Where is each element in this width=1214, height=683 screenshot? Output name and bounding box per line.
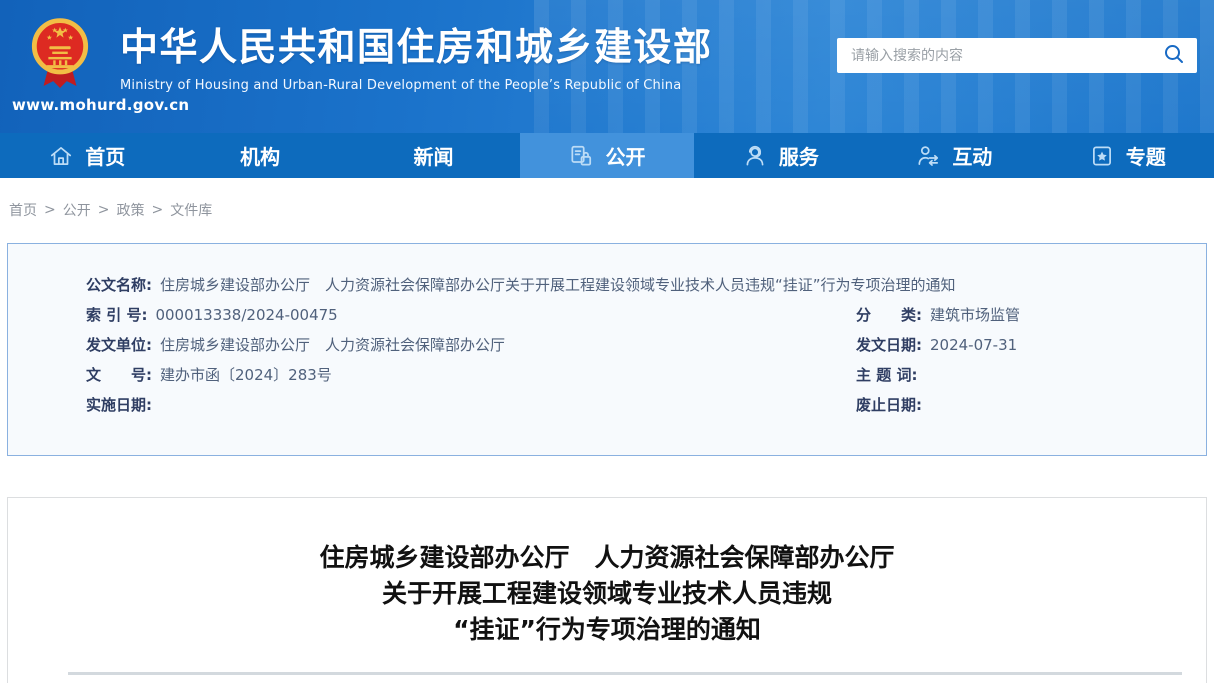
site-title-block: 中华人民共和国住房和城乡建设部 Ministry of Housing and … — [120, 26, 713, 93]
search-input[interactable] — [837, 38, 1159, 73]
meta-row-doc-name: 公文名称: 住房城乡建设部办公厅 人力资源社会保障部办公厅关于开展工程建设领域专… — [8, 270, 1206, 300]
meta-value-doc-number: 建办市函〔2024〕283号 — [160, 360, 332, 390]
search-icon — [1163, 43, 1185, 68]
breadcrumb-library[interactable]: 文件库 — [170, 200, 212, 220]
site-subtitle: Ministry of Housing and Urban-Rural Deve… — [120, 78, 713, 93]
meta-row: 实施日期: 废止日期: — [8, 390, 1206, 420]
meta-label-repeal-date: 废止日期: — [856, 390, 922, 420]
document-title: 住房城乡建设部办公厅 人力资源社会保障部办公厅 关于开展工程建设领域专业技术人员… — [8, 540, 1206, 648]
nav-item-open[interactable]: 公开 — [520, 133, 693, 178]
title-divider — [68, 672, 1182, 675]
site-header: 中华人民共和国住房和城乡建设部 Ministry of Housing and … — [0, 0, 1214, 133]
docs-lock-icon — [568, 143, 594, 169]
nav-label: 首页 — [85, 141, 125, 170]
breadcrumb-policy[interactable]: 政策 — [116, 200, 144, 220]
nav-label: 新闻 — [414, 141, 454, 170]
search-box — [837, 38, 1197, 73]
meta-value-issue-date: 2024-07-31 — [930, 330, 1017, 360]
meta-value-issuer: 住房城乡建设部办公厅 人力资源社会保障部办公厅 — [160, 330, 505, 360]
meta-label-doc-name: 公文名称: — [86, 270, 152, 300]
china-national-emblem-icon — [29, 17, 91, 97]
breadcrumb-separator: > — [151, 202, 163, 218]
star-page-icon — [1089, 143, 1115, 169]
breadcrumb: 首页 > 公开 > 政策 > 文件库 — [0, 178, 1214, 220]
document-title-line-3: “挂证”行为专项治理的通知 — [453, 615, 761, 644]
meta-label-issuer: 发文单位: — [86, 330, 152, 360]
nav-item-topics[interactable]: 专题 — [1041, 133, 1214, 178]
nav-label: 公开 — [605, 141, 645, 170]
breadcrumb-separator: > — [98, 202, 110, 218]
breadcrumb-open[interactable]: 公开 — [63, 200, 91, 220]
site-url: www.mohurd.gov.cn — [12, 96, 189, 114]
nav-label: 机构 — [240, 141, 280, 170]
nav-item-org[interactable]: 机构 — [173, 133, 346, 178]
breadcrumb-home[interactable]: 首页 — [9, 200, 37, 220]
meta-label-doc-number: 文 号: — [86, 360, 152, 390]
nav-label: 专题 — [1126, 141, 1166, 170]
nav-item-services[interactable]: 服务 — [694, 133, 867, 178]
meta-label-impl-date: 实施日期: — [86, 390, 152, 420]
nav-item-home[interactable]: 首页 — [0, 133, 173, 178]
meta-value-category: 建筑市场监管 — [930, 300, 1020, 330]
meta-row: 索 引 号: 000013338/2024-00475 分 类: 建筑市场监管 — [8, 300, 1206, 330]
site-title: 中华人民共和国住房和城乡建设部 — [120, 26, 713, 70]
meta-label-category: 分 类: — [856, 300, 922, 330]
meta-row: 文 号: 建办市函〔2024〕283号 主 题 词: — [8, 360, 1206, 390]
nav-label: 互动 — [952, 141, 992, 170]
meta-label-subject-words: 主 题 词: — [856, 360, 917, 390]
headset-person-icon — [742, 143, 768, 169]
main-nav: 首页 机构 新闻 公开 服务 — [0, 133, 1214, 178]
nav-item-interaction[interactable]: 互动 — [867, 133, 1040, 178]
document-body-card: 住房城乡建设部办公厅 人力资源社会保障部办公厅 关于开展工程建设领域专业技术人员… — [7, 497, 1207, 683]
nav-item-news[interactable]: 新闻 — [347, 133, 520, 178]
breadcrumb-separator: > — [44, 202, 56, 218]
meta-value-index-number: 000013338/2024-00475 — [155, 300, 337, 330]
document-title-line-2: 关于开展工程建设领域专业技术人员违规 — [382, 579, 832, 608]
meta-value-doc-name: 住房城乡建设部办公厅 人力资源社会保障部办公厅关于开展工程建设领域专业技术人员违… — [160, 270, 956, 300]
meta-label-issue-date: 发文日期: — [856, 330, 922, 360]
document-metadata-card: 公文名称: 住房城乡建设部办公厅 人力资源社会保障部办公厅关于开展工程建设领域专… — [7, 243, 1207, 456]
meta-row: 发文单位: 住房城乡建设部办公厅 人力资源社会保障部办公厅 发文日期: 2024… — [8, 330, 1206, 360]
document-title-line-1: 住房城乡建设部办公厅 人力资源社会保障部办公厅 — [319, 543, 894, 572]
nav-label: 服务 — [779, 141, 819, 170]
meta-label-index-number: 索 引 号: — [86, 300, 147, 330]
home-icon — [48, 143, 74, 169]
search-button[interactable] — [1159, 43, 1197, 68]
person-arrows-icon — [915, 143, 941, 169]
